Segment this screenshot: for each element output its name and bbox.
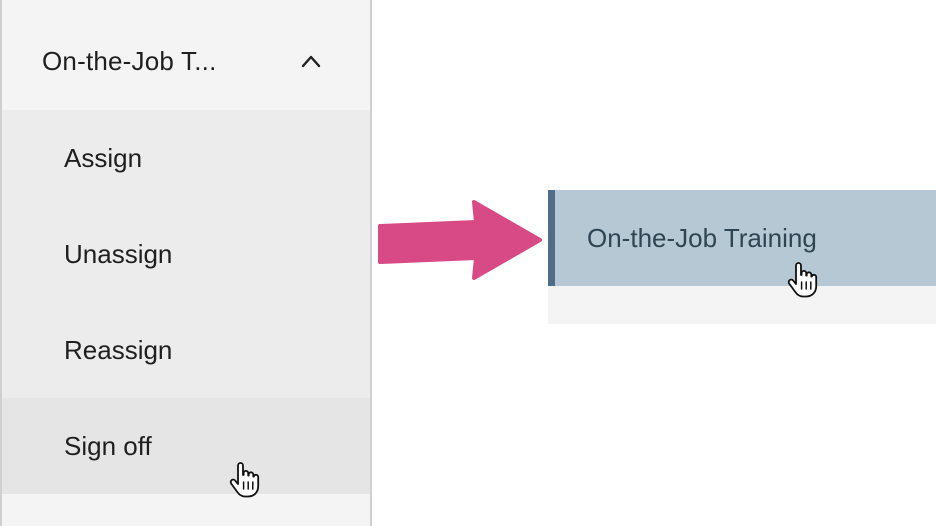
submenu-item-reassign[interactable]: Reassign (2, 302, 370, 398)
submenu-item-label: Unassign (64, 238, 173, 269)
submenu-list: Assign Unassign Reassign Sign off (2, 110, 370, 494)
submenu-item-sign-off[interactable]: Sign off (2, 398, 370, 494)
right-arrow-icon (376, 198, 544, 282)
sidebar-footer-strip (2, 494, 370, 526)
menu-item-label: On-the-Job Training (587, 222, 817, 253)
submenu-item-label: Assign (64, 142, 143, 173)
submenu-item-unassign[interactable]: Unassign (2, 206, 370, 302)
menu-group-header[interactable]: On-the-Job T... (2, 12, 370, 110)
submenu-item-assign[interactable]: Assign (2, 110, 370, 206)
hand-pointer-icon (228, 462, 260, 498)
submenu-item-label: Sign off (64, 430, 152, 461)
hand-pointer-icon (786, 262, 818, 298)
sidebar-menu-collapsed: On-the-Job Training (548, 190, 936, 324)
menu-group-label: On-the-Job T... (42, 45, 217, 76)
menu-item-on-the-job-training[interactable]: On-the-Job Training (548, 190, 936, 286)
chevron-up-icon[interactable] (300, 50, 322, 72)
submenu-item-label: Reassign (64, 334, 173, 365)
sidebar-menu-expanded: On-the-Job T... Assign Unassign Reassign… (0, 0, 372, 526)
